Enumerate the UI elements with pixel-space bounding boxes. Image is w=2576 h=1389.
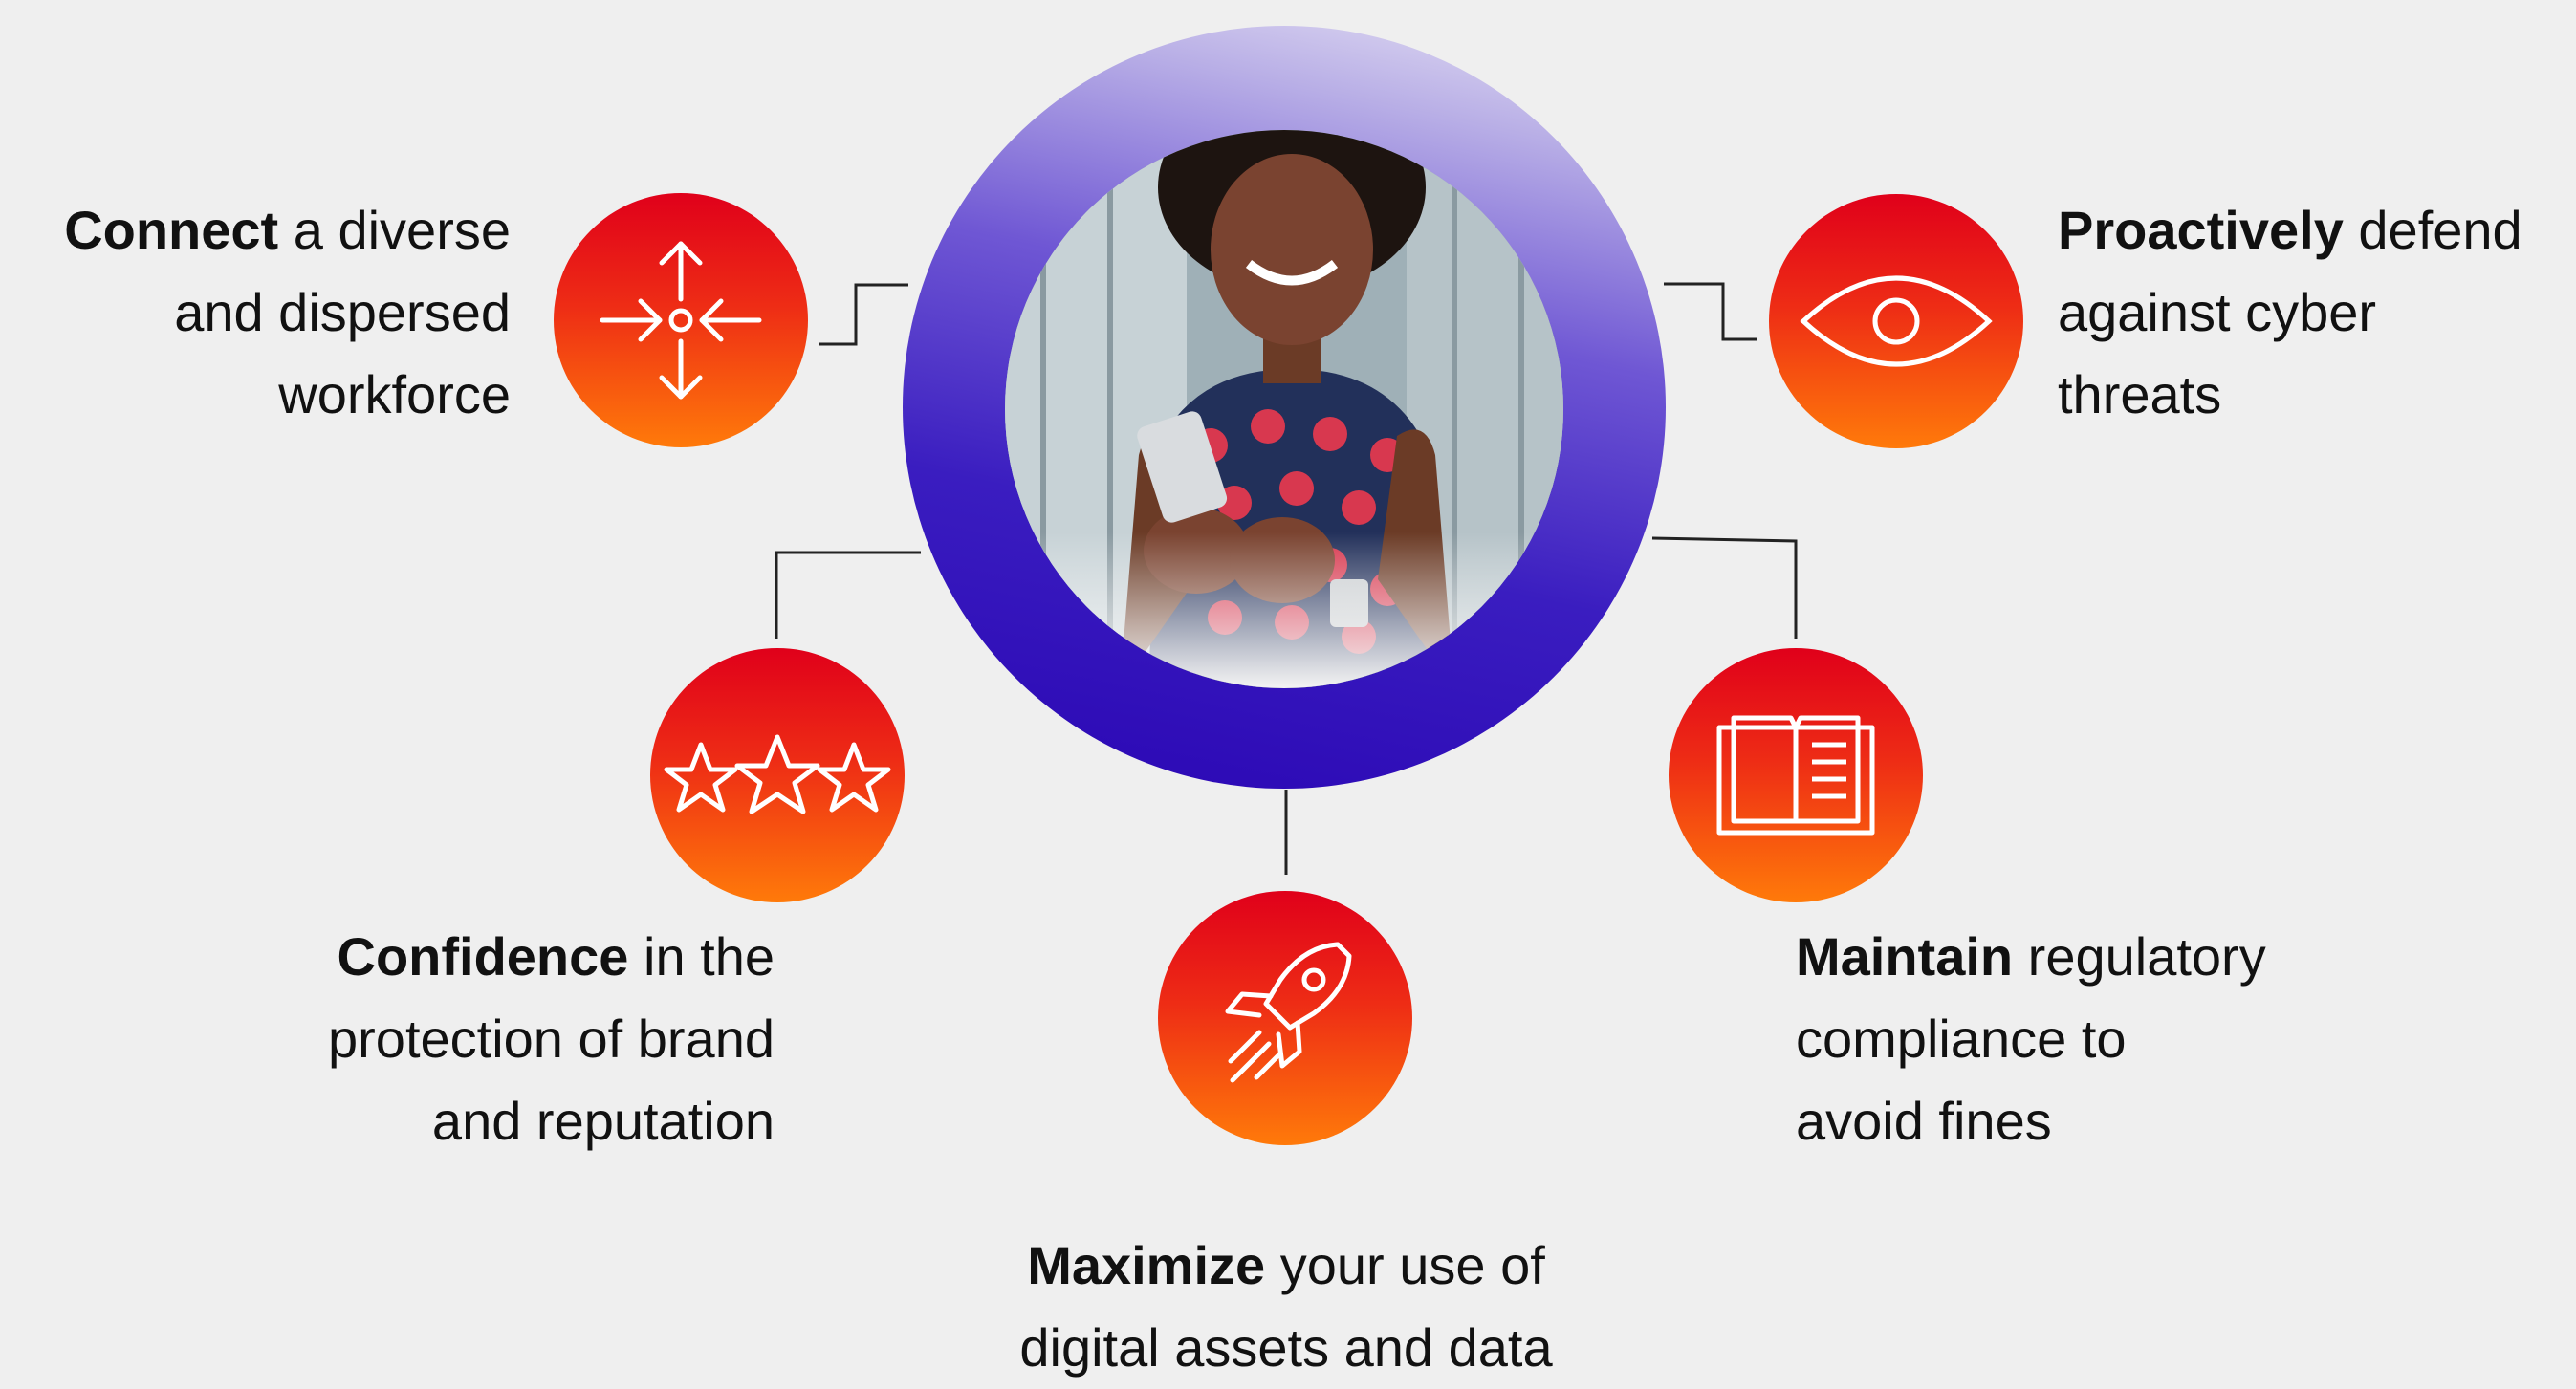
confidence-bold: Confidence	[337, 926, 629, 987]
rocket-icon	[1225, 942, 1352, 1083]
connect-text: a diverse	[278, 200, 511, 260]
confidence-label: Confidence in the protection of brand an…	[328, 916, 775, 1162]
maintain-text: regulatory	[2013, 926, 2266, 987]
connect-bold: Connect	[64, 200, 279, 260]
maintain-line3: avoid fines	[1796, 1091, 2052, 1151]
connector-proactively	[1664, 282, 1757, 341]
confidence-text: in the	[628, 926, 775, 987]
maximize-bold: Maximize	[1027, 1235, 1266, 1295]
connect-label: Connect a diverse and dispersed workforc…	[64, 189, 511, 436]
maximize-line2: digital assets and data	[1019, 1317, 1553, 1378]
connector-connect	[819, 283, 908, 346]
confidence-icon-circle	[650, 648, 905, 902]
maintain-bold: Maintain	[1796, 926, 2014, 987]
maintain-icon-circle	[1669, 648, 1923, 902]
woman-with-phone-illustration	[1005, 130, 1563, 688]
three-stars-icon	[664, 734, 891, 814]
connector-maintain	[1651, 536, 1798, 639]
diagram-stage: Connect a diverse and dispersed workforc…	[0, 0, 2576, 1378]
maximize-text: your use of	[1265, 1235, 1545, 1295]
proactively-text: defend	[2343, 200, 2522, 260]
proactively-line2: against cyber	[2058, 282, 2377, 342]
maintain-line2: compliance to	[1796, 1009, 2127, 1069]
eye-icon	[1800, 275, 1993, 367]
connect-icon-circle	[554, 193, 808, 447]
arrows-converging-icon	[600, 241, 762, 400]
confidence-line3: and reputation	[431, 1091, 775, 1151]
proactively-label: Proactively defend against cyber threats	[2058, 189, 2522, 436]
maximize-label: Maximize your use of digital assets and …	[904, 1225, 1669, 1389]
open-book-icon	[1716, 715, 1875, 836]
maintain-label: Maintain regulatory compliance to avoid …	[1796, 916, 2266, 1162]
proactively-bold: Proactively	[2058, 200, 2344, 260]
proactively-icon-circle	[1769, 194, 2023, 448]
maximize-icon-circle	[1158, 891, 1412, 1145]
proactively-line3: threats	[2058, 364, 2222, 424]
connect-line2: and dispersed	[174, 282, 511, 342]
central-photo	[1005, 130, 1563, 688]
connector-confidence	[775, 551, 921, 639]
confidence-line2: protection of brand	[328, 1009, 775, 1069]
connect-line3: workforce	[278, 364, 511, 424]
